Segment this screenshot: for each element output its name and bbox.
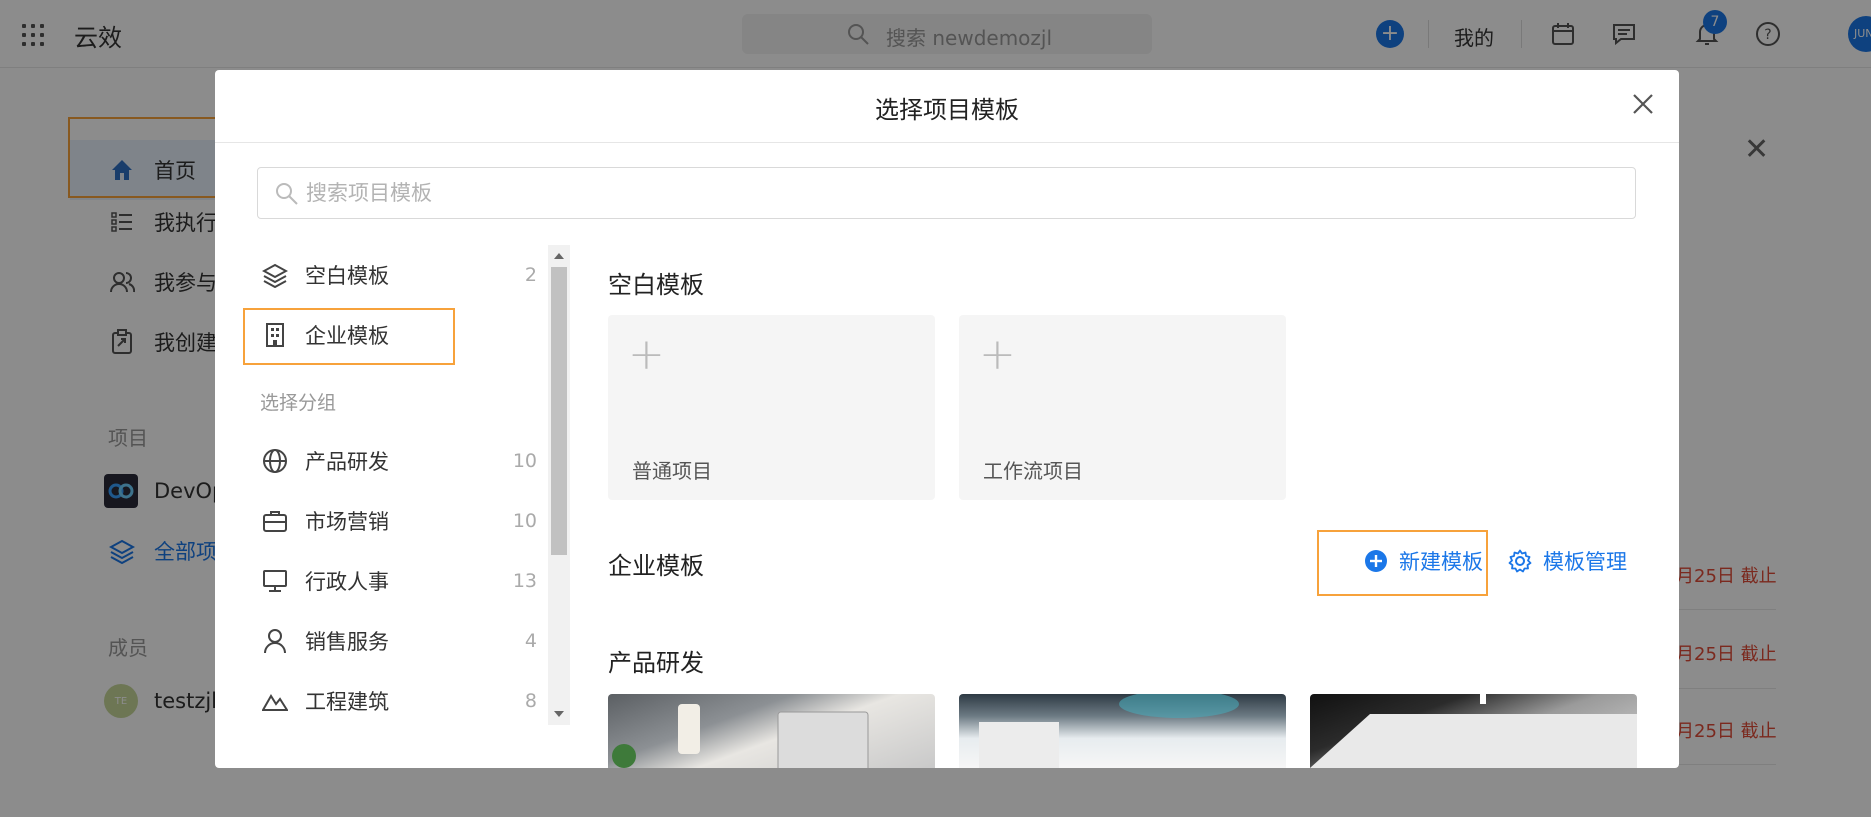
template-card-workflow[interactable]: + 工作流项目: [959, 315, 1286, 500]
group-label: 选择分组: [260, 392, 337, 414]
category-label: 销售服务: [305, 630, 389, 654]
template-modal: 选择项目模板 空白模板 2 企业模板 选择分组 产品研发 10 市场营销 10 …: [215, 70, 1679, 768]
category-count: 8: [524, 690, 537, 712]
photo-thumbnail: [1310, 694, 1637, 768]
category-product-dev[interactable]: 产品研发 10: [257, 433, 537, 489]
template-search-box[interactable]: [257, 167, 1636, 219]
blank-section-title: 空白模板: [608, 271, 704, 299]
template-card-normal[interactable]: + 普通项目: [608, 315, 935, 500]
scroll-up-arrow-icon[interactable]: [554, 253, 564, 259]
enterprise-section-title: 企业模板: [608, 552, 704, 580]
category-count: 4: [524, 630, 537, 652]
plus-icon: +: [979, 329, 1016, 380]
category-label: 市场营销: [305, 510, 389, 534]
template-card-image[interactable]: [959, 694, 1286, 768]
template-card-image[interactable]: [608, 694, 935, 768]
category-blank[interactable]: 空白模板 2: [257, 247, 537, 303]
mountain-icon: [261, 687, 289, 715]
category-label: 工程建筑: [305, 690, 389, 714]
layers-icon: [261, 261, 289, 289]
category-label: 产品研发: [305, 450, 389, 474]
template-card-label: 工作流项目: [983, 459, 1083, 483]
template-card-image[interactable]: [1310, 694, 1637, 768]
category-count: 13: [512, 570, 537, 592]
template-search-input[interactable]: [306, 169, 1606, 217]
monitor-icon: [261, 567, 289, 595]
briefcase-icon: [261, 507, 289, 535]
close-icon[interactable]: [1629, 90, 1657, 118]
category-admin-hr[interactable]: 行政人事 13: [257, 553, 537, 609]
scroll-thumb[interactable]: [551, 267, 567, 555]
highlight-box-new-template: [1317, 530, 1488, 596]
globe-icon: [261, 447, 289, 475]
category-count: 2: [524, 264, 537, 286]
scroll-down-arrow-icon[interactable]: [554, 711, 564, 717]
category-scrollbar[interactable]: [548, 245, 570, 725]
modal-header: 选择项目模板: [215, 70, 1679, 143]
gear-icon: [1507, 548, 1533, 574]
manage-template-label: 模板管理: [1543, 550, 1627, 574]
manage-template-button[interactable]: 模板管理: [1507, 546, 1627, 576]
modal-title: 选择项目模板: [875, 96, 1019, 124]
category-sales-service[interactable]: 销售服务 4: [257, 613, 537, 669]
category-marketing[interactable]: 市场营销 10: [257, 493, 537, 549]
photo-thumbnail: [979, 694, 1239, 768]
plus-icon: +: [628, 329, 665, 380]
category-count: 10: [512, 450, 537, 472]
category-construction[interactable]: 工程建筑 8: [257, 673, 537, 729]
category-count: 10: [512, 510, 537, 532]
search-icon: [276, 183, 298, 205]
category-label: 空白模板: [305, 264, 389, 288]
photo-thumbnail: [612, 704, 869, 768]
template-card-label: 普通项目: [632, 459, 712, 483]
product-section-title: 产品研发: [608, 649, 704, 677]
person-icon: [261, 627, 289, 655]
category-label: 行政人事: [305, 570, 389, 594]
highlight-box-enterprise: [243, 308, 455, 365]
